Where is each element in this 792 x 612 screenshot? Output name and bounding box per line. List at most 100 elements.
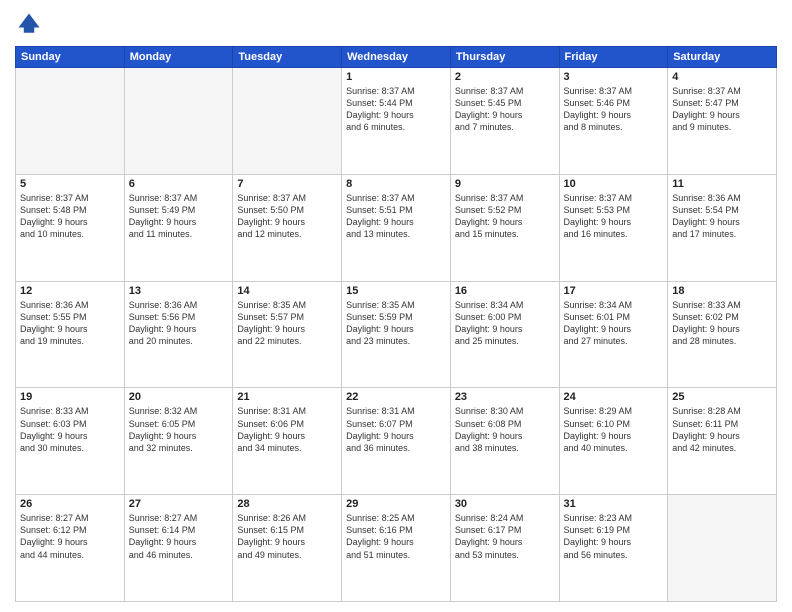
- day-number: 9: [455, 178, 555, 190]
- day-number: 3: [564, 71, 664, 83]
- weekday-header: Tuesday: [233, 47, 342, 68]
- day-number: 2: [455, 71, 555, 83]
- day-info: Sunrise: 8:31 AM Sunset: 6:06 PM Dayligh…: [237, 405, 337, 454]
- day-number: 21: [237, 391, 337, 403]
- day-number: 30: [455, 498, 555, 510]
- day-info: Sunrise: 8:37 AM Sunset: 5:44 PM Dayligh…: [346, 85, 446, 134]
- day-number: 17: [564, 285, 664, 297]
- calendar-cell: 16 Sunrise: 8:34 AM Sunset: 6:00 PM Dayli…: [450, 281, 559, 388]
- page: SundayMondayTuesdayWednesdayThursdayFrid…: [0, 0, 792, 612]
- calendar-cell: 11 Sunrise: 8:36 AM Sunset: 5:54 PM Dayli…: [668, 174, 777, 281]
- day-number: 11: [672, 178, 772, 190]
- calendar-cell: 8 Sunrise: 8:37 AM Sunset: 5:51 PM Daylig…: [342, 174, 451, 281]
- day-info: Sunrise: 8:35 AM Sunset: 5:59 PM Dayligh…: [346, 299, 446, 348]
- calendar-cell: 13Sunrise: 8:36 AM Sunset: 5:56 PM Dayli…: [124, 281, 233, 388]
- day-info: Sunrise: 8:29 AM Sunset: 6:10 PM Dayligh…: [564, 405, 664, 454]
- calendar-week-row: 5 Sunrise: 8:37 AM Sunset: 5:48 PM Daylig…: [16, 174, 777, 281]
- calendar-cell: [668, 495, 777, 602]
- day-info: Sunrise: 8:26 AM Sunset: 6:15 PM Dayligh…: [237, 512, 337, 561]
- logo-icon: [15, 10, 43, 38]
- calendar-cell: 24Sunrise: 8:29 AM Sunset: 6:10 PM Dayli…: [559, 388, 668, 495]
- calendar-cell: 14Sunrise: 8:35 AM Sunset: 5:57 PM Dayli…: [233, 281, 342, 388]
- calendar-cell: 12 Sunrise: 8:36 AM Sunset: 5:55 PM Dayli…: [16, 281, 125, 388]
- day-info: Sunrise: 8:31 AM Sunset: 6:07 PM Dayligh…: [346, 405, 446, 454]
- calendar-cell: 7 Sunrise: 8:37 AM Sunset: 5:50 PM Daylig…: [233, 174, 342, 281]
- calendar-week-row: 19Sunrise: 8:33 AM Sunset: 6:03 PM Dayli…: [16, 388, 777, 495]
- header: [15, 10, 777, 38]
- calendar-cell: 27Sunrise: 8:27 AM Sunset: 6:14 PM Dayli…: [124, 495, 233, 602]
- day-number: 31: [564, 498, 664, 510]
- weekday-header: Monday: [124, 47, 233, 68]
- day-number: 23: [455, 391, 555, 403]
- day-info: Sunrise: 8:34 AM Sunset: 6:00 PM Dayligh…: [455, 299, 555, 348]
- day-info: Sunrise: 8:34 AM Sunset: 6:01 PM Dayligh…: [564, 299, 664, 348]
- day-info: Sunrise: 8:33 AM Sunset: 6:03 PM Dayligh…: [20, 405, 120, 454]
- calendar-cell: 6Sunrise: 8:37 AM Sunset: 5:49 PM Daylig…: [124, 174, 233, 281]
- calendar-table: SundayMondayTuesdayWednesdayThursdayFrid…: [15, 46, 777, 602]
- day-number: 15: [346, 285, 446, 297]
- day-info: Sunrise: 8:28 AM Sunset: 6:11 PM Dayligh…: [672, 405, 772, 454]
- day-number: 12: [20, 285, 120, 297]
- calendar-cell: 2Sunrise: 8:37 AM Sunset: 5:45 PM Daylig…: [450, 68, 559, 175]
- day-info: Sunrise: 8:23 AM Sunset: 6:19 PM Dayligh…: [564, 512, 664, 561]
- calendar-cell: 19Sunrise: 8:33 AM Sunset: 6:03 PM Dayli…: [16, 388, 125, 495]
- day-info: Sunrise: 8:33 AM Sunset: 6:02 PM Dayligh…: [672, 299, 772, 348]
- calendar-week-row: 26 Sunrise: 8:27 AM Sunset: 6:12 PM Dayli…: [16, 495, 777, 602]
- day-number: 6: [129, 178, 229, 190]
- calendar-cell: 26 Sunrise: 8:27 AM Sunset: 6:12 PM Dayli…: [16, 495, 125, 602]
- day-number: 5: [20, 178, 120, 190]
- day-number: 16: [455, 285, 555, 297]
- calendar-cell: 17 Sunrise: 8:34 AM Sunset: 6:01 PM Dayli…: [559, 281, 668, 388]
- day-info: Sunrise: 8:36 AM Sunset: 5:56 PM Dayligh…: [129, 299, 229, 348]
- calendar-cell: 1 Sunrise: 8:37 AM Sunset: 5:44 PM Daylig…: [342, 68, 451, 175]
- day-info: Sunrise: 8:37 AM Sunset: 5:50 PM Dayligh…: [237, 192, 337, 241]
- calendar-cell: 21 Sunrise: 8:31 AM Sunset: 6:06 PM Dayli…: [233, 388, 342, 495]
- calendar-cell: 15 Sunrise: 8:35 AM Sunset: 5:59 PM Dayli…: [342, 281, 451, 388]
- day-info: Sunrise: 8:27 AM Sunset: 6:14 PM Dayligh…: [129, 512, 229, 561]
- calendar-week-row: 12 Sunrise: 8:36 AM Sunset: 5:55 PM Dayli…: [16, 281, 777, 388]
- day-info: Sunrise: 8:36 AM Sunset: 5:55 PM Dayligh…: [20, 299, 120, 348]
- day-info: Sunrise: 8:37 AM Sunset: 5:51 PM Dayligh…: [346, 192, 446, 241]
- day-info: Sunrise: 8:37 AM Sunset: 5:47 PM Dayligh…: [672, 85, 772, 134]
- weekday-header: Thursday: [450, 47, 559, 68]
- day-info: Sunrise: 8:35 AM Sunset: 5:57 PM Dayligh…: [237, 299, 337, 348]
- calendar-header-row: SundayMondayTuesdayWednesdayThursdayFrid…: [16, 47, 777, 68]
- calendar-cell: [16, 68, 125, 175]
- calendar-cell: 20 Sunrise: 8:32 AM Sunset: 6:05 PM Dayli…: [124, 388, 233, 495]
- calendar-week-row: 1 Sunrise: 8:37 AM Sunset: 5:44 PM Daylig…: [16, 68, 777, 175]
- calendar-cell: [124, 68, 233, 175]
- calendar-cell: 3Sunrise: 8:37 AM Sunset: 5:46 PM Daylig…: [559, 68, 668, 175]
- calendar-cell: 22 Sunrise: 8:31 AM Sunset: 6:07 PM Dayli…: [342, 388, 451, 495]
- weekday-header: Sunday: [16, 47, 125, 68]
- weekday-header: Wednesday: [342, 47, 451, 68]
- calendar-cell: 23 Sunrise: 8:30 AM Sunset: 6:08 PM Dayli…: [450, 388, 559, 495]
- day-info: Sunrise: 8:37 AM Sunset: 5:53 PM Dayligh…: [564, 192, 664, 241]
- day-number: 28: [237, 498, 337, 510]
- day-number: 18: [672, 285, 772, 297]
- calendar-cell: 29Sunrise: 8:25 AM Sunset: 6:16 PM Dayli…: [342, 495, 451, 602]
- day-info: Sunrise: 8:37 AM Sunset: 5:48 PM Dayligh…: [20, 192, 120, 241]
- calendar-cell: 9 Sunrise: 8:37 AM Sunset: 5:52 PM Daylig…: [450, 174, 559, 281]
- logo: [15, 10, 47, 38]
- calendar-cell: 31 Sunrise: 8:23 AM Sunset: 6:19 PM Dayli…: [559, 495, 668, 602]
- day-info: Sunrise: 8:32 AM Sunset: 6:05 PM Dayligh…: [129, 405, 229, 454]
- day-number: 26: [20, 498, 120, 510]
- calendar-cell: 5 Sunrise: 8:37 AM Sunset: 5:48 PM Daylig…: [16, 174, 125, 281]
- day-number: 1: [346, 71, 446, 83]
- calendar-cell: 25Sunrise: 8:28 AM Sunset: 6:11 PM Dayli…: [668, 388, 777, 495]
- day-number: 20: [129, 391, 229, 403]
- day-number: 8: [346, 178, 446, 190]
- day-info: Sunrise: 8:24 AM Sunset: 6:17 PM Dayligh…: [455, 512, 555, 561]
- calendar-cell: 30 Sunrise: 8:24 AM Sunset: 6:17 PM Dayli…: [450, 495, 559, 602]
- day-number: 4: [672, 71, 772, 83]
- calendar-cell: [233, 68, 342, 175]
- weekday-header: Saturday: [668, 47, 777, 68]
- day-info: Sunrise: 8:37 AM Sunset: 5:52 PM Dayligh…: [455, 192, 555, 241]
- weekday-header: Friday: [559, 47, 668, 68]
- day-info: Sunrise: 8:27 AM Sunset: 6:12 PM Dayligh…: [20, 512, 120, 561]
- day-number: 7: [237, 178, 337, 190]
- day-number: 22: [346, 391, 446, 403]
- day-info: Sunrise: 8:36 AM Sunset: 5:54 PM Dayligh…: [672, 192, 772, 241]
- day-number: 10: [564, 178, 664, 190]
- day-info: Sunrise: 8:30 AM Sunset: 6:08 PM Dayligh…: [455, 405, 555, 454]
